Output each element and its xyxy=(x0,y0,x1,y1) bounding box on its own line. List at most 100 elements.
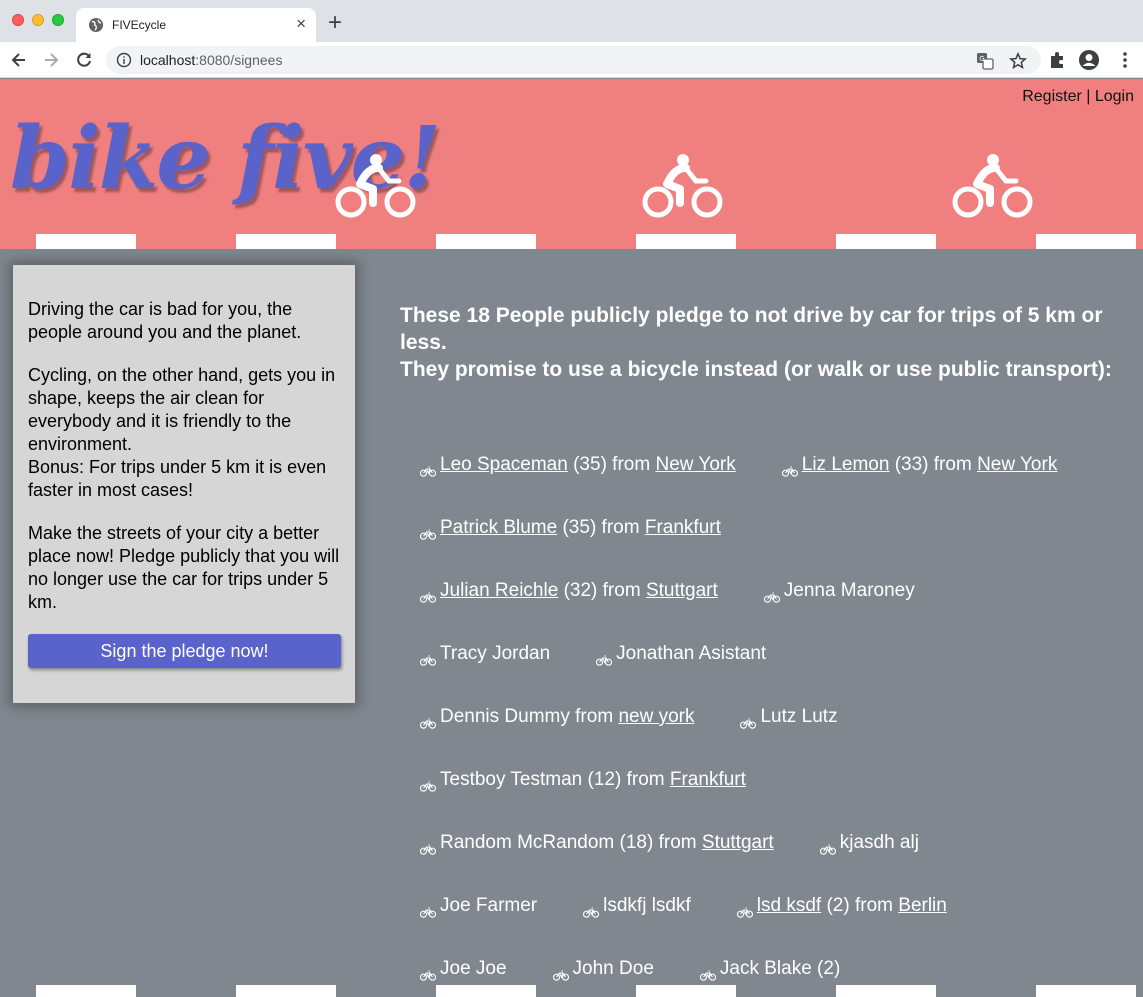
info-card: Driving the car is bad for you, the peop… xyxy=(13,265,355,703)
bicycle-icon xyxy=(419,900,437,918)
signee-entry: Lutz Lutz xyxy=(740,704,838,730)
cyclist-icon xyxy=(335,154,416,218)
signee-list: Leo Spaceman (35) from New York Liz Lemon… xyxy=(419,452,1130,997)
signee-entry: Joe Farmer xyxy=(419,893,538,919)
signee-city-link[interactable]: Stuttgart xyxy=(646,578,718,604)
bookmark-star-icon[interactable] xyxy=(1009,52,1027,70)
signee-from-label: from xyxy=(621,769,670,790)
signee-name-link[interactable]: Julian Reichle xyxy=(440,578,558,604)
forward-arrow-icon[interactable] xyxy=(41,50,61,70)
road-stripe xyxy=(1036,234,1136,249)
signee-row: Dennis Dummy from new york Lutz Lutz xyxy=(419,704,1130,767)
bicycle-icon xyxy=(736,900,753,918)
bicycle-icon xyxy=(763,585,780,603)
menu-kebab-icon[interactable] xyxy=(1115,50,1135,70)
signee-age: (2) xyxy=(811,958,841,979)
translate-icon[interactable]: G xyxy=(976,52,994,70)
tab-title: FIVEcycle xyxy=(112,18,167,32)
bicycle-icon xyxy=(419,774,437,792)
signee-row: Leo Spaceman (35) from New York Liz Lemon… xyxy=(419,452,1130,515)
bicycle-icon xyxy=(699,963,716,981)
window-zoom-button[interactable] xyxy=(52,14,64,26)
bicycle-icon xyxy=(781,459,798,477)
signee-age: (35) xyxy=(567,454,607,475)
browser-tab[interactable]: FIVEcycle × xyxy=(76,8,316,42)
signee-name-link[interactable]: lsd ksdf xyxy=(757,893,821,919)
signee-from-label: from xyxy=(849,895,899,916)
bicycle-icon xyxy=(740,711,757,729)
url-text: localhost:8080/signees xyxy=(140,52,283,68)
signee-city-link[interactable]: Frankfurt xyxy=(645,515,721,541)
signee-name: lsdkfj lsdkf xyxy=(603,895,691,916)
signee-name: Joe Farmer xyxy=(440,895,538,916)
svg-text:G: G xyxy=(979,55,984,63)
signee-name-link[interactable]: Patrick Blume xyxy=(440,515,557,541)
signee-entry: Jonathan Asistant xyxy=(596,641,766,667)
address-bar[interactable]: localhost:8080/signees G xyxy=(106,46,1041,74)
cyclist-icon xyxy=(952,154,1033,218)
signee-name: John Doe xyxy=(572,958,654,979)
signee-age: (33) xyxy=(889,454,929,475)
bicycle-icon xyxy=(419,963,437,981)
window-minimize-button[interactable] xyxy=(32,14,44,26)
reload-icon[interactable] xyxy=(74,50,94,70)
signee-city-link[interactable]: New York xyxy=(977,452,1057,478)
signee-from-label: from xyxy=(569,706,619,727)
bicycle-icon xyxy=(419,459,437,477)
window-close-button[interactable] xyxy=(12,14,24,26)
back-arrow-icon[interactable] xyxy=(9,50,29,70)
signee-city-link[interactable]: Frankfurt xyxy=(670,767,746,793)
page-headline: These 18 People publicly pledge to not d… xyxy=(400,304,1112,381)
signee-city-link[interactable]: Berlin xyxy=(898,893,947,919)
info-icon[interactable] xyxy=(116,52,132,68)
signee-age: (2) xyxy=(821,895,850,916)
signee-city-link[interactable]: Stuttgart xyxy=(702,830,774,856)
road-stripe xyxy=(836,234,936,249)
tab-close-icon[interactable]: × xyxy=(296,15,306,33)
site-header: bike five! Register | Login xyxy=(0,79,1143,249)
bicycle-icon xyxy=(552,963,569,981)
signee-entry: John Doe xyxy=(552,956,654,982)
new-tab-button[interactable]: + xyxy=(328,11,342,35)
road-stripe xyxy=(636,234,736,249)
extensions-puzzle-icon[interactable] xyxy=(1047,50,1067,70)
browser-tab-bar: FIVEcycle × + xyxy=(0,0,1143,42)
signee-age: (12) xyxy=(582,769,622,790)
signee-entry: Leo Spaceman (35) from New York xyxy=(419,452,736,478)
signee-from-label: from xyxy=(606,454,656,475)
signee-entry: Random McRandom (18) from Stuttgart xyxy=(419,830,774,856)
signee-entry: lsd ksdf (2) from Berlin xyxy=(736,893,947,919)
auth-links: Register | Login xyxy=(1022,88,1134,106)
register-link[interactable]: Register xyxy=(1022,88,1082,105)
signee-city-link[interactable]: New York xyxy=(655,452,735,478)
signee-entry: Joe Joe xyxy=(419,956,507,982)
bicycle-icon xyxy=(419,585,437,603)
sign-pledge-button[interactable]: Sign the pledge now! xyxy=(28,634,341,668)
road-stripe xyxy=(436,985,536,997)
road-stripe xyxy=(636,985,736,997)
signee-entry: kjasdh alj xyxy=(819,830,919,856)
signee-entry: Julian Reichle (32) from Stuttgart xyxy=(419,578,718,604)
road-stripe xyxy=(36,234,136,249)
signee-city-link[interactable]: new york xyxy=(618,704,694,730)
signee-entry: Dennis Dummy from new york xyxy=(419,704,694,730)
road-stripe xyxy=(836,985,936,997)
road-stripe xyxy=(236,985,336,997)
signee-entry: Jack Blake (2) xyxy=(699,956,841,982)
bicycle-icon xyxy=(419,837,437,855)
bicycle-icon xyxy=(596,648,613,666)
signee-from-label: from xyxy=(596,517,645,538)
signee-from-label: from xyxy=(597,580,646,601)
signee-row: Joe Farmer lsdkfj lsdkf lsd ksdf (2) from … xyxy=(419,893,1130,956)
profile-avatar-icon[interactable] xyxy=(1079,50,1099,70)
info-paragraph: Cycling, on the other hand, gets you in … xyxy=(28,365,336,500)
cyclist-icon xyxy=(642,154,723,218)
signee-name-link[interactable]: Liz Lemon xyxy=(802,452,890,478)
signee-row: Random McRandom (18) from Stuttgart kjasd… xyxy=(419,830,1130,893)
signee-name-link[interactable]: Leo Spaceman xyxy=(440,452,568,478)
bicycle-icon xyxy=(419,711,437,729)
login-link[interactable]: Login xyxy=(1095,88,1134,105)
signee-entry: lsdkfj lsdkf xyxy=(583,893,691,919)
signee-row: Julian Reichle (32) from Stuttgart Jenna … xyxy=(419,578,1130,641)
signee-from-label: from xyxy=(653,832,702,853)
